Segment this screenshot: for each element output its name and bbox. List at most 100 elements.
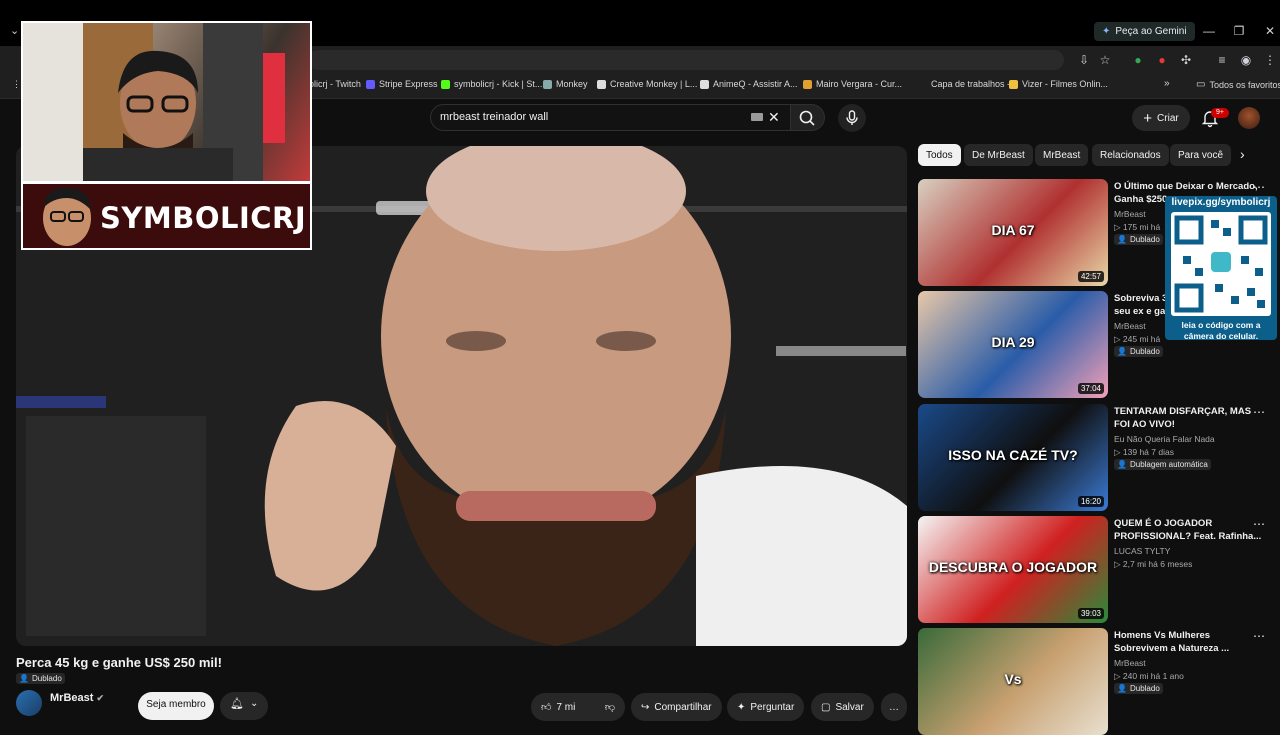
bookmark-label: Monkey — [556, 79, 588, 89]
subscription-bell-button[interactable]: 🔔︎ ⌄ — [220, 692, 268, 720]
bookmark-favicon-icon — [700, 79, 709, 89]
views-play-icon: ▷ — [1114, 671, 1123, 681]
recommendation-title-line-2[interactable]: PROFISSIONAL? Feat. Rafinha... — [1114, 530, 1261, 543]
dub-badge-label: Dublado — [1129, 684, 1160, 693]
search-query-text: mrbeast treinador wall — [440, 111, 549, 123]
all-bookmarks-label: Todos os favoritos — [1209, 79, 1280, 90]
recommendation-thumbnail[interactable]: ISSO NA CAZÉ TV? 16:20 — [918, 404, 1108, 511]
bookmark-item[interactable]: Stripe Express — [366, 79, 438, 89]
install-app-icon[interactable]: ⇩ — [1076, 52, 1092, 68]
tab-search-icon[interactable]: ⌄ — [10, 24, 19, 37]
recommendation-title-line-2[interactable]: FOI AO VIVO! — [1114, 418, 1175, 431]
media-controls-icon[interactable]: ≡ — [1214, 52, 1230, 68]
thumbnail-caption: DIA 29 — [991, 333, 1035, 350]
recommendation-channel[interactable]: MrBeast — [1114, 208, 1146, 220]
chevron-down-icon: ⌄ — [250, 698, 259, 709]
bookmark-item[interactable]: Mairo Vergara - Cur... — [803, 79, 902, 89]
ask-label: Perguntar — [750, 701, 795, 713]
clear-search-icon[interactable]: ✕ — [768, 109, 780, 126]
extension-red-icon[interactable]: ● — [1154, 52, 1170, 68]
bookmark-item[interactable]: symbolicrj - Kick | St... — [441, 79, 542, 89]
recommendation-stats: ▷ 2,7 mi há 6 meses — [1114, 558, 1192, 570]
save-button[interactable]: ▢ Salvar — [811, 693, 874, 721]
filter-chip[interactable]: Para você — [1170, 144, 1232, 166]
address-bar[interactable] — [308, 50, 1064, 70]
close-window-icon[interactable]: ✕ — [1261, 24, 1279, 38]
recommendation-channel[interactable]: MrBeast — [1114, 320, 1146, 332]
gemini-icon: ✦ — [1102, 26, 1111, 37]
recommendation-title-line-2[interactable]: Sobrevivem a Natureza ... — [1114, 642, 1229, 655]
more-options-icon[interactable]: ⋯ — [1253, 629, 1265, 643]
more-bookmarks-icon[interactable]: » — [1164, 78, 1170, 89]
bookmark-favicon-icon — [441, 79, 450, 89]
more-options-icon[interactable]: ⋯ — [1253, 517, 1265, 531]
recommendation-channel[interactable]: LUCAS TYLTY — [1114, 545, 1170, 557]
share-button[interactable]: ↪ Compartilhar — [631, 693, 722, 721]
recommendation-thumbnail[interactable]: DESCUBRA O JOGADOR 39:03 — [918, 516, 1108, 623]
voice-search-button[interactable] — [838, 104, 866, 132]
more-options-icon[interactable]: ⋯ — [1253, 405, 1265, 419]
recommendation-channel[interactable]: Eu Não Queria Falar Nada — [1114, 433, 1215, 445]
views-play-icon: ▷ — [1114, 222, 1123, 232]
create-button[interactable]: + Criar — [1132, 105, 1190, 131]
bookmark-star-icon[interactable]: ☆ — [1097, 52, 1113, 68]
recommendation-title-line-2[interactable]: Ganha $250 — [1114, 193, 1167, 206]
restore-icon[interactable]: ❐ — [1230, 24, 1248, 38]
filter-chip[interactable]: MrBeast — [1035, 144, 1089, 166]
dislike-icon[interactable]: 👎︎ — [605, 701, 615, 713]
like-dislike-group[interactable]: 👍︎ 7 mi 👎︎ — [531, 693, 625, 721]
account-avatar[interactable] — [1238, 107, 1260, 129]
extension-green-icon[interactable]: ● — [1130, 52, 1146, 68]
recommendation-stats: ▷ 175 mi há — [1114, 221, 1160, 233]
recommendation-thumbnail[interactable]: DIA 67 42:57 — [918, 179, 1108, 286]
bookmark-item[interactable]: Vizer - Filmes Onlin... — [1009, 79, 1108, 89]
search-button[interactable] — [791, 104, 825, 131]
recommendation-title-line-1[interactable]: QUEM É O JOGADOR — [1114, 517, 1212, 530]
recommendation-title-line-1[interactable]: TENTARAM DISFARÇAR, MAS — [1114, 405, 1251, 418]
plus-icon: + — [1143, 109, 1153, 127]
recommendation-thumbnail[interactable]: Vs — [918, 628, 1108, 735]
recommendation-title-line-1[interactable]: Homens Vs Mulheres — [1114, 629, 1210, 642]
ask-gemini-label: Peça ao Gemini — [1115, 26, 1187, 37]
bookmark-item[interactable]: Creative Monkey | L... — [597, 79, 697, 89]
dubbed-badge: 👤 Dublado — [16, 673, 65, 684]
more-options-icon[interactable]: ⋯ — [1253, 180, 1265, 194]
views-play-icon: ▷ — [1114, 559, 1123, 569]
more-actions-button[interactable]: … — [881, 693, 907, 721]
bell-outline-icon: 🔔︎ — [230, 698, 244, 710]
recommendation-title-line-2[interactable]: seu ex e gar — [1114, 305, 1169, 318]
filter-chip[interactable]: Todos — [918, 144, 961, 166]
keyboard-icon[interactable] — [751, 113, 763, 121]
ask-button[interactable]: ✦ Perguntar — [727, 693, 805, 721]
profile-icon[interactable]: ◉ — [1238, 52, 1254, 68]
bookmark-label: Creative Monkey | L... — [610, 79, 698, 89]
join-member-button[interactable]: Seja membro — [138, 692, 214, 720]
views-and-age: 2,7 mi há 6 meses — [1122, 559, 1193, 569]
all-bookmarks-button[interactable]: ▭ Todos os favoritos — [1196, 79, 1280, 90]
chips-next-icon[interactable]: › — [1240, 146, 1245, 162]
sparkle-icon: ✦ — [737, 701, 746, 713]
recommendation-channel[interactable]: MrBeast — [1114, 657, 1146, 669]
channel-name[interactable]: MrBeast ✔ — [50, 692, 104, 704]
bookmark-item[interactable]: Capa de trabalhos -... — [918, 79, 1018, 89]
minimize-icon[interactable]: — — [1200, 24, 1218, 38]
qr-code-image — [1171, 212, 1271, 316]
filter-chip[interactable]: Relacionados — [1092, 144, 1169, 166]
bookmark-label: Vizer - Filmes Onlin... — [1022, 79, 1108, 89]
bookmark-item[interactable]: AnimeQ - Assistir A... — [700, 79, 798, 89]
recommendation-title-line-1[interactable]: Sobreviva 3 — [1114, 292, 1167, 305]
bookmark-favicon-icon — [918, 79, 927, 89]
ask-gemini-button[interactable]: ✦ Peça ao Gemini — [1094, 22, 1195, 41]
dub-person-icon: 👤 — [1117, 235, 1127, 244]
thumbnail-caption: ISSO NA CAZÉ TV? — [948, 446, 1078, 463]
browser-menu-icon[interactable]: ⋮ — [1262, 52, 1278, 68]
filter-chip[interactable]: De MrBeast — [964, 144, 1033, 166]
bookmark-item[interactable]: Monkey — [543, 79, 588, 89]
recommendation-thumbnail[interactable]: DIA 29 37:04 — [918, 291, 1108, 398]
thumbnail-caption: DESCUBRA O JOGADOR — [928, 558, 1098, 575]
like-icon[interactable]: 👍︎ — [541, 701, 551, 713]
extensions-puzzle-icon[interactable]: ✣ — [1178, 52, 1194, 68]
dub-person-icon: 👤 — [1117, 460, 1127, 469]
recommendation-title-line-1[interactable]: O Último que Deixar o Mercado, — [1114, 180, 1258, 193]
channel-avatar[interactable] — [16, 690, 42, 716]
